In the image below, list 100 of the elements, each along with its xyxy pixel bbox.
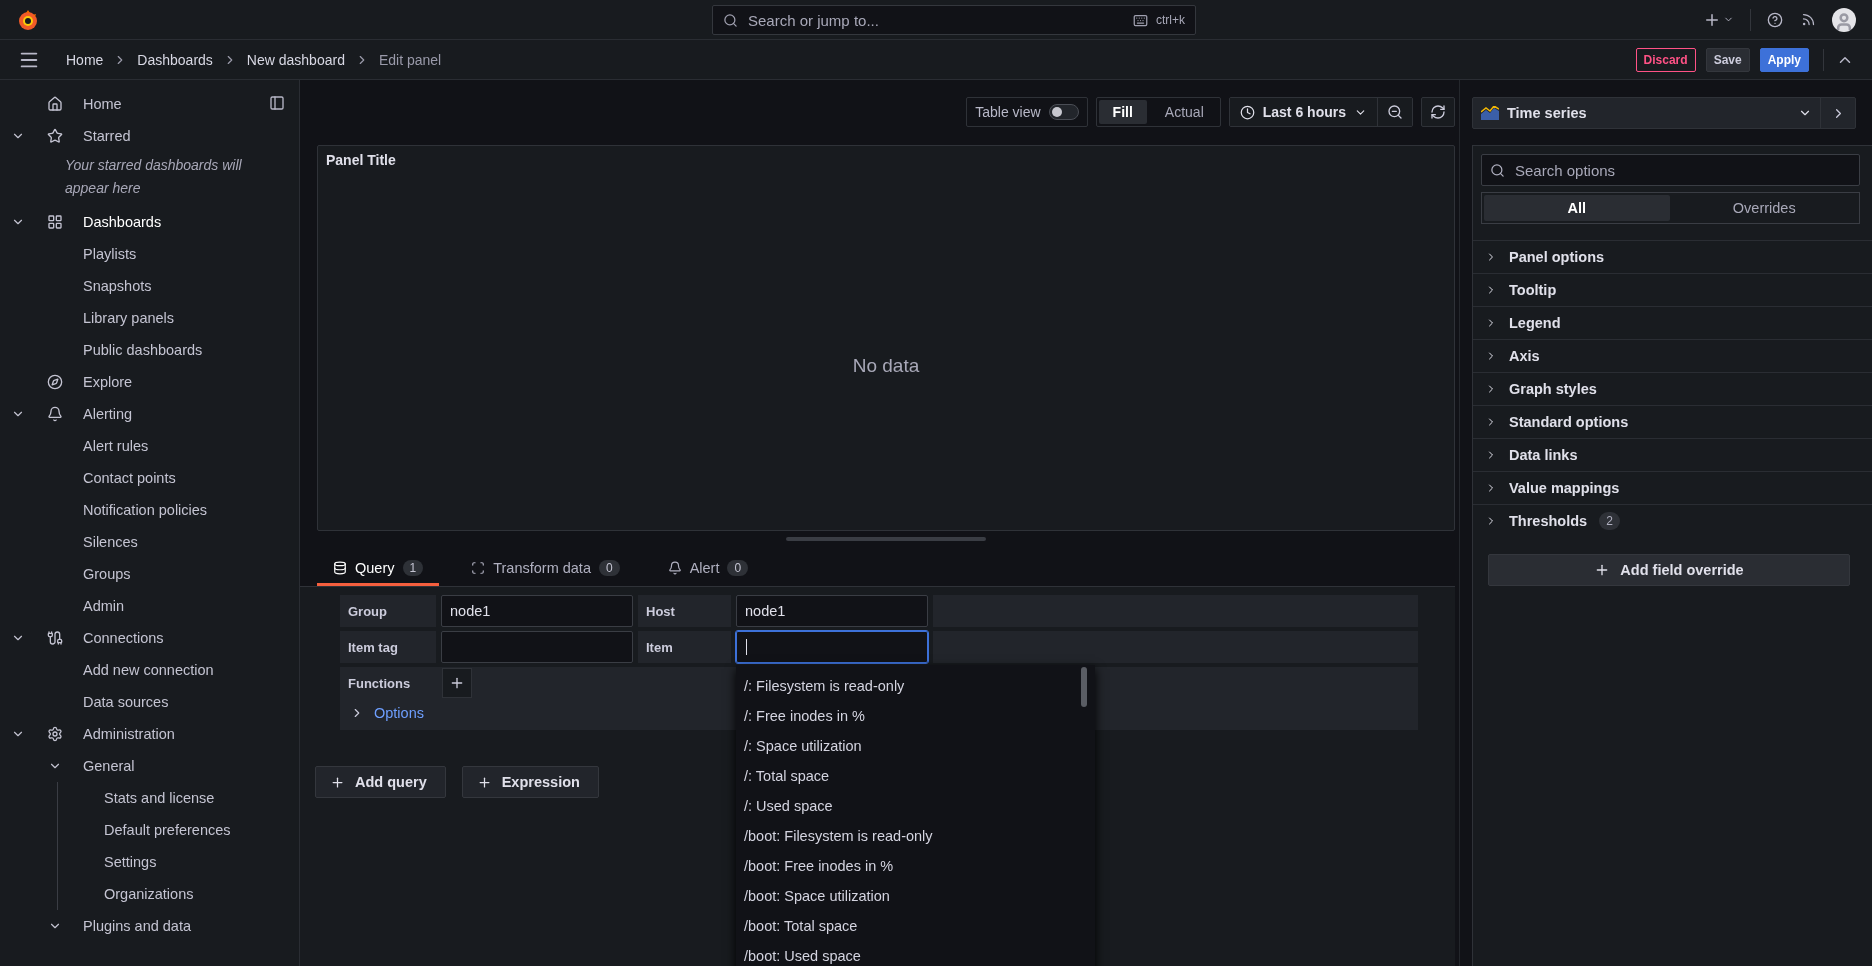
search-field[interactable]: Search or jump to... ctrl+k	[712, 5, 1196, 35]
nav-item[interactable]: Notification policies	[73, 502, 299, 518]
tab-count: 0	[598, 560, 620, 576]
suggestion-option[interactable]: /: Free inodes in %	[736, 701, 1095, 731]
nav-item[interactable]: Home	[73, 96, 299, 112]
options-section[interactable]: Value mappings	[1473, 471, 1872, 504]
suggestion-option[interactable]: /: Space utilization	[736, 731, 1095, 761]
search-input[interactable]: Search options	[1513, 160, 1851, 180]
suggestion-option[interactable]: /boot: Used space	[736, 941, 1095, 966]
plus-icon	[330, 774, 345, 790]
frame-icon	[471, 561, 486, 575]
nav-item[interactable]: Groups	[73, 566, 299, 582]
options-section[interactable]: Tooltip	[1473, 273, 1872, 306]
tab-count: 0	[727, 560, 749, 576]
section-count: 2	[1599, 512, 1620, 530]
input-field[interactable]	[736, 631, 928, 663]
suggestion-option[interactable]: /boot: Filesystem is read-only	[736, 821, 1095, 851]
settings-icon	[46, 726, 63, 742]
nav-item[interactable]: Silences	[73, 534, 299, 550]
shortcut-hint: ctrl+k	[1156, 13, 1185, 27]
nav-item[interactable]: Library panels	[73, 310, 299, 326]
options-section[interactable]: Graph styles	[1473, 372, 1872, 405]
options-section[interactable]: Panel options	[1473, 240, 1872, 273]
options-search-field[interactable]: Search options	[1481, 154, 1860, 186]
nav-item[interactable]: Alerting	[73, 406, 299, 422]
grid-icon	[46, 214, 63, 230]
zoom-out-button[interactable]	[1378, 98, 1412, 126]
zoom-out-icon	[1387, 104, 1403, 120]
options-section[interactable]: Thresholds 2	[1473, 504, 1872, 537]
breadcrumb-link[interactable]: Home	[66, 51, 104, 68]
options-section[interactable]: Legend	[1473, 306, 1872, 339]
add-function-button[interactable]	[442, 668, 472, 698]
options-section[interactable]: Standard options	[1473, 405, 1872, 438]
nav-item[interactable]: Connections	[73, 630, 299, 646]
scrollbar-thumb[interactable]	[1081, 667, 1087, 707]
nav-item[interactable]: Contact points	[73, 470, 299, 486]
options-section[interactable]: Axis	[1473, 339, 1872, 372]
add-query-button[interactable]: Add query	[315, 766, 446, 798]
nav-item[interactable]: Explore	[73, 374, 299, 390]
nav-item[interactable]: Organizations	[58, 878, 299, 910]
breadcrumb-link[interactable]: Dashboards	[137, 51, 213, 68]
suggestion-option[interactable]: /: Used space	[736, 791, 1095, 821]
breadcrumb-link[interactable]: New dashboard	[246, 51, 345, 68]
suggestion-option[interactable]: /: Total space	[736, 761, 1095, 791]
input-field[interactable]: node1	[736, 595, 928, 627]
plus-icon	[449, 675, 465, 691]
nav-item[interactable]: Stats and license	[58, 782, 299, 814]
field-label: Host	[638, 595, 731, 627]
nav-item[interactable]: Playlists	[73, 246, 299, 262]
table-view-label: Table view	[974, 104, 1042, 120]
nav-item[interactable]: Plugins and data	[73, 918, 299, 934]
refresh-button[interactable]	[1421, 97, 1455, 127]
expression-button[interactable]: Expression	[461, 766, 599, 798]
suggestion-option[interactable]: /: Filesystem is read-only	[736, 671, 1095, 701]
nav-item[interactable]: Admin	[73, 598, 299, 614]
save-button[interactable]: Save	[1705, 47, 1750, 72]
cable-icon	[46, 630, 63, 646]
nav-item[interactable]: General	[73, 758, 299, 774]
nav-item[interactable]: Settings	[58, 846, 299, 878]
dock-icon[interactable]	[267, 93, 287, 113]
nav-item[interactable]: Administration	[73, 726, 299, 742]
suggestion-option[interactable]: /boot: Free inodes in %	[736, 851, 1095, 881]
suggestion-option[interactable]: /boot: Space utilization	[736, 881, 1095, 911]
clock-icon	[1239, 104, 1255, 120]
nav-item[interactable]: Public dashboards	[73, 342, 299, 358]
input-field[interactable]	[441, 631, 633, 663]
query-tab[interactable]: Transform data 0	[455, 553, 636, 586]
search-input[interactable]: Search or jump to...	[746, 10, 1125, 30]
options-section[interactable]: Data links	[1473, 438, 1872, 471]
table-view-toggle[interactable]	[1048, 104, 1079, 120]
nav-item[interactable]: Alert rules	[73, 438, 299, 454]
home-icon	[46, 96, 63, 112]
options-tab[interactable]: Overrides	[1671, 195, 1857, 221]
suggestion-option[interactable]: /boot: Total space	[736, 911, 1095, 941]
input-field[interactable]: node1	[441, 595, 633, 627]
query-tab[interactable]: Alert 0	[651, 553, 765, 586]
field-label: Item	[638, 631, 731, 663]
search-icon	[723, 12, 738, 28]
discard-button[interactable]: Discard	[1635, 47, 1696, 72]
nav-item[interactable]: Dashboards	[73, 214, 299, 230]
avatar[interactable]	[1832, 7, 1856, 32]
nav-item[interactable]: Data sources	[73, 694, 299, 710]
bell-icon	[667, 561, 682, 575]
nav-item[interactable]: Default preferences	[58, 814, 299, 846]
field-label: Group	[340, 595, 436, 627]
fill-mode-option[interactable]: Actual	[1150, 100, 1218, 124]
apply-button[interactable]: Apply	[1759, 47, 1809, 72]
breadcrumb-link[interactable]: Edit panel	[378, 51, 442, 68]
fill-mode-option[interactable]: Fill	[1098, 100, 1147, 124]
time-range-picker[interactable]: Last 6 hours	[1229, 98, 1378, 126]
resize-handle[interactable]	[786, 537, 986, 541]
bell-icon	[46, 406, 63, 422]
time-range-label: Last 6 hours	[1262, 104, 1346, 120]
nav-item[interactable]: Add new connection	[73, 662, 299, 678]
add-override-button[interactable]: Add field override	[1488, 554, 1850, 586]
nav-item[interactable]: Starred	[73, 128, 299, 144]
field-label: Item tag	[340, 631, 436, 663]
nav-item[interactable]: Snapshots	[73, 278, 299, 294]
no-data-message: No data	[852, 355, 920, 377]
options-tab[interactable]: All	[1484, 195, 1670, 221]
